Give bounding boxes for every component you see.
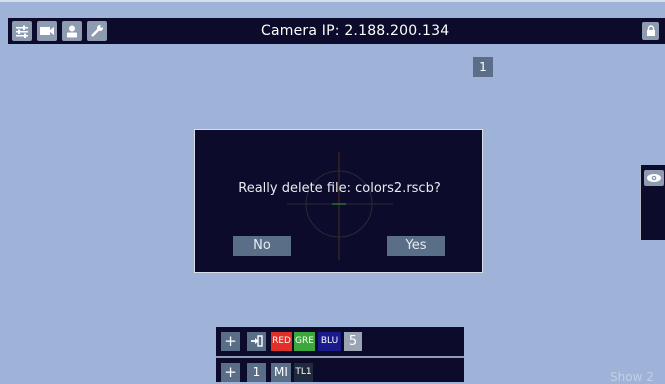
bottom-control-panel: + RED GRE BLU 5 + 1 MI TL1 (216, 327, 464, 382)
video-camera-icon (40, 27, 54, 35)
window-top-border (0, 0, 665, 2)
add-color-button[interactable]: + (221, 332, 240, 351)
tl-button[interactable]: TL1 (294, 363, 313, 382)
user-button[interactable] (62, 21, 82, 41)
add-item-button[interactable]: + (221, 363, 240, 382)
view-toggle-button[interactable] (644, 170, 664, 186)
mi-button[interactable]: MI (271, 363, 291, 382)
camera-ip-label: Camera IP: 2.188.200.134 (261, 23, 450, 39)
tools-button[interactable] (87, 21, 107, 41)
user-icon (67, 25, 77, 37)
camera-button[interactable] (37, 21, 57, 41)
eye-icon (647, 174, 661, 182)
yes-button[interactable]: Yes (387, 236, 445, 256)
top-toolbar: Camera IP: 2.188.200.134 (8, 18, 665, 44)
delete-confirm-dialog: Really delete file: colors2.rscb? No Yes (194, 129, 483, 273)
red-channel-button[interactable]: RED (271, 332, 292, 351)
index-button[interactable]: 1 (247, 363, 266, 382)
sign-in-icon (251, 335, 263, 347)
page-number-badge[interactable]: 1 (473, 57, 493, 77)
green-channel-button[interactable]: GRE (294, 332, 315, 351)
no-button[interactable]: No (233, 236, 291, 256)
settings-button[interactable] (12, 21, 32, 41)
import-button[interactable] (247, 332, 266, 351)
sliders-icon (16, 25, 28, 38)
count-button[interactable]: 5 (344, 332, 362, 351)
wrench-icon (91, 25, 103, 37)
lock-icon (646, 25, 655, 36)
side-panel (640, 165, 665, 240)
dialog-message: Really delete file: colors2.rscb? (238, 181, 441, 196)
blue-channel-button[interactable]: BLU (318, 332, 341, 351)
lock-button[interactable] (642, 22, 659, 40)
row-divider (216, 356, 464, 358)
